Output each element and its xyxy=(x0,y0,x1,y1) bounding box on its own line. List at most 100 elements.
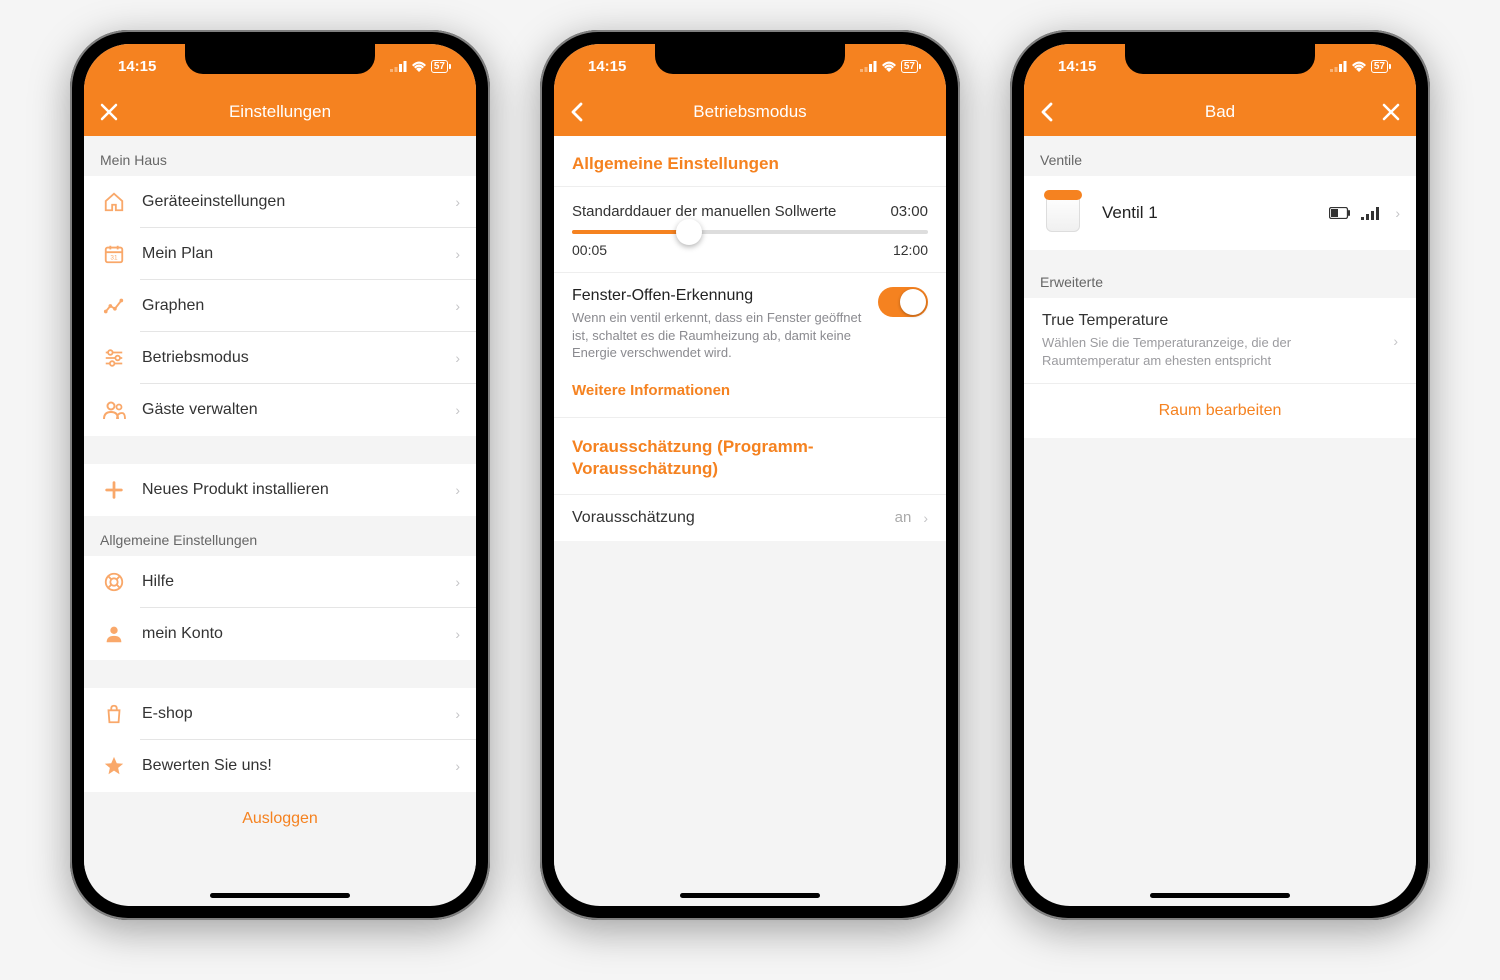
cellular-icon xyxy=(390,61,407,72)
row-new-product[interactable]: Neues Produkt installieren › xyxy=(84,464,476,516)
row-rate[interactable]: Bewerten Sie uns! › xyxy=(84,740,476,792)
true-temperature-row[interactable]: True Temperature Wählen Sie die Temperat… xyxy=(1024,298,1416,383)
valve-image xyxy=(1040,190,1086,236)
phone-2: 14:15 57 Betriebsmodus Allgemeine Einste… xyxy=(540,30,960,920)
chevron-right-icon: › xyxy=(455,482,460,498)
chevron-right-icon: › xyxy=(455,574,460,590)
wifi-icon xyxy=(1351,60,1367,72)
wifi-icon xyxy=(881,60,897,72)
cellular-icon xyxy=(860,61,877,72)
chevron-right-icon: › xyxy=(455,706,460,722)
row-account[interactable]: mein Konto › xyxy=(84,608,476,660)
chevron-right-icon: › xyxy=(1393,333,1398,349)
chevron-right-icon: › xyxy=(455,246,460,262)
row-label: Hilfe xyxy=(142,573,449,591)
forecast-row[interactable]: Vorausschätzung an › xyxy=(554,494,946,541)
row-help[interactable]: Hilfe › xyxy=(84,556,476,608)
nav-title: Einstellungen xyxy=(229,102,331,122)
chevron-right-icon: › xyxy=(455,402,460,418)
row-label: Graphen xyxy=(142,297,449,315)
star-icon xyxy=(100,752,128,780)
notch xyxy=(1125,44,1315,74)
nav-title: Bad xyxy=(1205,102,1235,122)
home-indicator[interactable] xyxy=(680,893,820,898)
row-label: mein Konto xyxy=(142,625,449,643)
section-label-myhouse: Mein Haus xyxy=(84,136,476,176)
row-label: Bewerten Sie uns! xyxy=(142,757,449,775)
slider-value: 03:00 xyxy=(890,203,928,220)
window-detection-row: Fenster-Offen-Erkennung Wenn ein ventil … xyxy=(554,272,946,376)
notch xyxy=(655,44,845,74)
battery-icon: 57 xyxy=(901,60,918,73)
status-time: 14:15 xyxy=(588,58,626,75)
row-label: Geräteeinstellungen xyxy=(142,193,449,211)
edit-room-button[interactable]: Raum bearbeiten xyxy=(1024,383,1416,438)
home-icon xyxy=(100,188,128,216)
window-detection-toggle[interactable] xyxy=(878,287,928,317)
svg-text:31: 31 xyxy=(110,255,118,262)
nav-bar: Betriebsmodus xyxy=(554,88,946,136)
chevron-right-icon: › xyxy=(455,758,460,774)
section-label-advanced: Erweiterte xyxy=(1024,250,1416,298)
close-icon[interactable] xyxy=(100,103,118,121)
forecast-value: an xyxy=(895,509,912,526)
home-indicator[interactable] xyxy=(210,893,350,898)
slider-label: Standarddauer der manuellen Sollwerte xyxy=(572,203,836,220)
slider-block: Standarddauer der manuellen Sollwerte 03… xyxy=(554,186,946,272)
row-my-plan[interactable]: 31 Mein Plan › xyxy=(84,228,476,280)
chevron-right-icon: › xyxy=(923,510,928,526)
chevron-right-icon: › xyxy=(1395,205,1400,221)
users-icon xyxy=(100,396,128,424)
chevron-right-icon: › xyxy=(455,626,460,642)
cellular-icon xyxy=(1330,61,1347,72)
row-label: Neues Produkt installieren xyxy=(142,481,449,499)
section-label-valves: Ventile xyxy=(1024,136,1416,176)
nav-title: Betriebsmodus xyxy=(693,102,806,122)
chevron-right-icon: › xyxy=(455,298,460,314)
battery-icon: 57 xyxy=(1371,60,1388,73)
row-graphs[interactable]: Graphen › xyxy=(84,280,476,332)
chevron-right-icon: › xyxy=(455,194,460,210)
nav-bar: Einstellungen xyxy=(84,88,476,136)
row-guests[interactable]: Gäste verwalten › xyxy=(84,384,476,436)
graph-icon xyxy=(100,292,128,320)
bag-icon xyxy=(100,700,128,728)
slider-thumb[interactable] xyxy=(676,219,702,245)
duration-slider[interactable] xyxy=(572,230,928,234)
row-label: E-shop xyxy=(142,705,449,723)
back-icon[interactable] xyxy=(1040,102,1054,122)
calendar-icon: 31 xyxy=(100,240,128,268)
chevron-right-icon: › xyxy=(455,350,460,366)
row-eshop[interactable]: E-shop › xyxy=(84,688,476,740)
home-indicator[interactable] xyxy=(1150,893,1290,898)
more-info-link[interactable]: Weitere Informationen xyxy=(554,376,946,417)
row-device-settings[interactable]: Geräteeinstellungen › xyxy=(84,176,476,228)
status-time: 14:15 xyxy=(1058,58,1096,75)
row-label: Mein Plan xyxy=(142,245,449,263)
slider-max: 12:00 xyxy=(893,242,928,258)
wifi-icon xyxy=(411,60,427,72)
logout-button[interactable]: Ausloggen xyxy=(84,792,476,846)
toggle-description: Wenn ein ventil erkennt, dass ein Fenste… xyxy=(572,309,866,362)
slider-min: 00:05 xyxy=(572,242,607,258)
back-icon[interactable] xyxy=(570,102,584,122)
valve-label: Ventil 1 xyxy=(1102,203,1329,223)
close-icon[interactable] xyxy=(1382,103,1400,121)
row-mode[interactable]: Betriebsmodus › xyxy=(84,332,476,384)
battery-icon: 57 xyxy=(431,60,448,73)
forecast-section-title: Vorausschätzung (Programm-Vorausschätzun… xyxy=(554,417,946,494)
forecast-label: Vorausschätzung xyxy=(572,509,895,527)
toggle-title: Fenster-Offen-Erkennung xyxy=(572,287,866,305)
lifebuoy-icon xyxy=(100,568,128,596)
tt-title: True Temperature xyxy=(1042,312,1387,330)
battery-level-icon xyxy=(1329,207,1351,219)
content-area: Ventile Ventil 1 › Erweiterte xyxy=(1024,136,1416,872)
valve-row[interactable]: Ventil 1 › xyxy=(1024,176,1416,250)
phone-1: 14:15 57 Einstellungen Mein Hau xyxy=(70,30,490,920)
screen: 14:15 57 Betriebsmodus Allgemeine Einste… xyxy=(554,44,946,906)
row-label: Betriebsmodus xyxy=(142,349,449,367)
notch xyxy=(185,44,375,74)
signal-strength-icon xyxy=(1361,207,1379,220)
content-area: Mein Haus Geräteeinstellungen › 31 Mein … xyxy=(84,136,476,872)
sliders-icon xyxy=(100,344,128,372)
